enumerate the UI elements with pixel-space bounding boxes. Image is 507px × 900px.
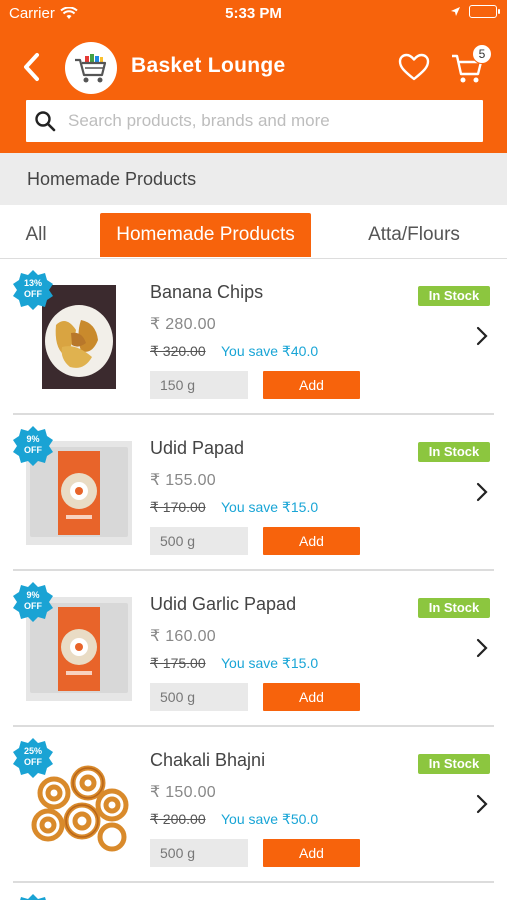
add-to-cart-button[interactable]: Add [263,839,360,867]
quantity-selector[interactable]: 500 g [150,839,248,867]
cart-button[interactable]: 5 [450,44,492,86]
add-to-cart-button[interactable]: Add [263,683,360,711]
next-card-badge [12,893,54,900]
product-mrp: ₹ 170.00 [150,499,206,515]
product-price: ₹ 150.00 [150,784,216,801]
badge-burst-icon [20,894,46,900]
discount-badge: 25% OFF [12,737,54,779]
product-price: ₹ 160.00 [150,628,216,645]
stock-badge: In Stock [418,286,490,306]
battery-icon [469,5,500,18]
discount-off-label: OFF [24,757,42,767]
discount-off-label: OFF [24,601,42,611]
product-mrp: ₹ 175.00 [150,655,206,671]
search-input[interactable] [68,111,468,131]
chevron-right-icon[interactable] [475,793,489,815]
search-icon [35,111,56,132]
tab-atta-flours[interactable]: Atta/Flours [350,213,478,257]
product-list: 13% OFF Banana Chips ₹ 280.00 ₹ 320.00 Yo… [0,259,507,900]
discount-badge: 9% OFF [12,581,54,623]
discount-badge: 13% OFF [12,269,54,311]
product-card[interactable]: 9% OFF Udid Papad ₹ 155.00 ₹ 170.00 You s… [0,415,507,571]
location-arrow-icon [451,7,460,16]
status-time: 5:33 PM [225,5,282,22]
product-price: ₹ 155.00 [150,472,216,489]
add-to-cart-button[interactable]: Add [263,527,360,555]
discount-percent: 25% [23,746,42,756]
quantity-selector[interactable]: 150 g [150,371,248,399]
product-mrp: ₹ 200.00 [150,811,206,827]
chevron-right-icon[interactable] [475,481,489,503]
product-savings: You save ₹15.0 [221,655,319,671]
discount-off-label: OFF [24,289,42,299]
quantity-selector[interactable]: 500 g [150,683,248,711]
section-header: Homemade Products [0,153,507,205]
product-card[interactable]: 13% OFF Banana Chips ₹ 280.00 ₹ 320.00 Yo… [0,259,507,415]
search-bar[interactable] [26,100,483,142]
quantity-selector[interactable]: 500 g [150,527,248,555]
basket-logo-icon [65,42,117,94]
product-card[interactable]: 9% OFF Udid Garlic Papad ₹ 160.00 ₹ 175.0… [0,571,507,727]
stock-badge: In Stock [418,598,490,618]
add-to-cart-button[interactable]: Add [263,371,360,399]
status-bar: Carrier 5:33 PM [0,0,507,28]
back-button[interactable] [18,50,44,84]
tab-all[interactable]: All [10,213,62,257]
status-right [450,5,500,18]
cart-count-badge: 5 [472,44,492,64]
tab-homemade-products[interactable]: Homemade Products [100,213,311,257]
product-name: Chakali Bhajni [150,750,266,770]
product-name: Udid Papad [150,438,245,458]
stock-badge: In Stock [418,442,490,462]
discount-percent: 13% [23,278,42,288]
product-name: Banana Chips [150,282,264,302]
product-card[interactable]: 25% OFF Chakali Bhajni ₹ 150.00 ₹ 200.00 … [0,727,507,883]
product-name: Udid Garlic Papad [150,594,297,614]
section-title: Homemade Products [27,169,197,189]
chevron-right-icon[interactable] [475,325,489,347]
product-price: ₹ 280.00 [150,316,216,333]
discount-off-label: OFF [24,445,42,455]
discount-percent: 9% [26,590,40,600]
nav-bar: Basket Lounge 5 [0,38,507,96]
category-tabs: All Homemade Products Atta/Flours [0,205,507,259]
discount-percent: 9% [26,434,40,444]
product-savings: You save ₹40.0 [221,343,319,359]
app-title: Basket Lounge [131,54,286,77]
wishlist-button[interactable] [398,52,430,82]
product-mrp: ₹ 320.00 [150,343,206,359]
product-savings: You save ₹50.0 [221,811,319,827]
discount-badge: 9% OFF [12,425,54,467]
divider [13,881,494,883]
product-savings: You save ₹15.0 [221,499,319,515]
app-header: Carrier 5:33 PM Basket Lounge 5 Search p… [0,0,507,153]
chevron-right-icon[interactable] [475,637,489,659]
stock-badge: In Stock [418,754,490,774]
